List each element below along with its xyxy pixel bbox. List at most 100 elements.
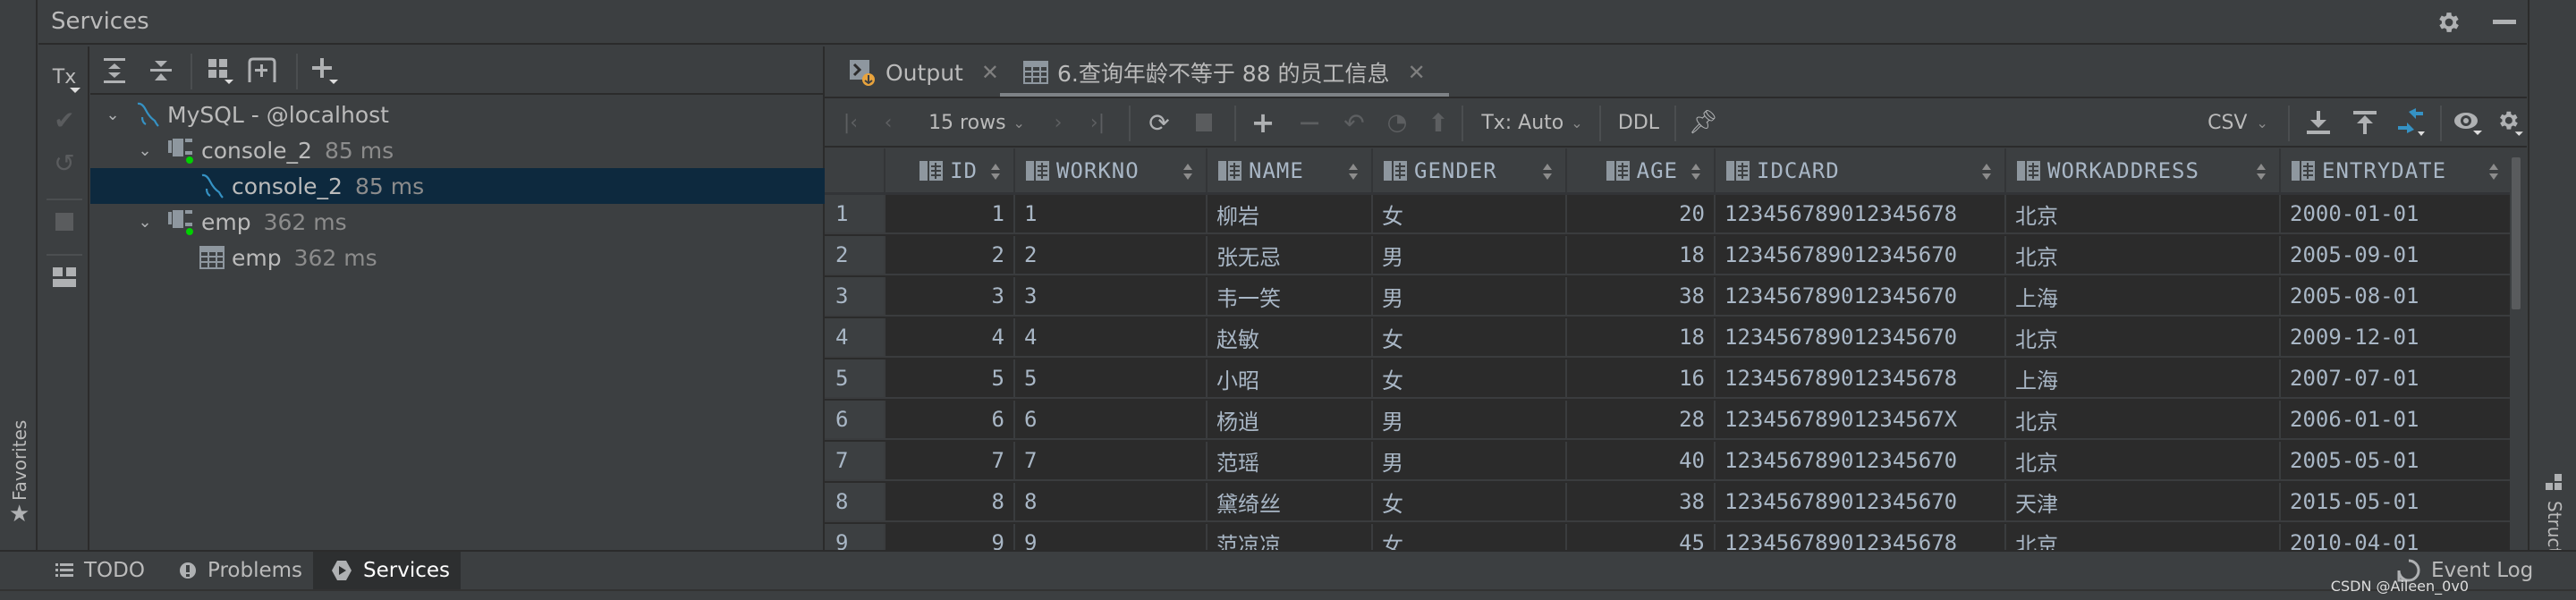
cell-gender[interactable]: 女 — [1373, 524, 1567, 550]
grid-settings-button[interactable] — [2494, 106, 2526, 139]
row-number[interactable]: 6 — [825, 401, 886, 440]
cell-workno[interactable]: 4 — [1015, 318, 1208, 358]
cell-entrydate[interactable]: 2005-09-01 — [2281, 236, 2513, 275]
cell-entrydate[interactable]: 2006-01-01 — [2281, 401, 2513, 440]
new-session-button[interactable] — [248, 55, 278, 86]
tab-query-result[interactable]: 6.查询年龄不等于 88 的员工信息 ✕ — [1000, 46, 1449, 98]
table-row[interactable]: 2 2 2 张无忌男 18 123456789012345670 北京 2005-09-01 — [825, 236, 2513, 277]
sort-icon[interactable] — [1981, 162, 1992, 182]
column-header-workaddress[interactable]: WORKADDRESS — [2006, 148, 2281, 195]
cell-id[interactable]: 1 — [886, 195, 1015, 234]
row-number[interactable]: 7 — [825, 442, 886, 481]
first-page-button[interactable]: |‹ — [837, 106, 864, 139]
cell-workaddress[interactable]: 上海 — [2006, 277, 2281, 317]
tree-node-console-session[interactable]: ⌄ console_2 85 ms — [90, 132, 825, 168]
cell-id[interactable]: 9 — [886, 524, 1015, 550]
cell-workaddress[interactable]: 北京 — [2006, 195, 2281, 234]
row-number[interactable]: 1 — [825, 195, 886, 234]
cell-workno[interactable]: 6 — [1015, 401, 1208, 440]
cell-gender[interactable]: 男 — [1373, 442, 1567, 481]
cell-workno[interactable]: 1 — [1015, 195, 1208, 234]
bottom-tab-todo[interactable]: TODO — [38, 552, 163, 589]
cell-workaddress[interactable]: 北京 — [2006, 524, 2281, 550]
delete-row-button[interactable]: − — [1292, 106, 1327, 139]
cell-idcard[interactable]: 123456789012345678 — [1716, 195, 2006, 234]
cell-entrydate[interactable]: 2000-01-01 — [2281, 195, 2513, 234]
table-row[interactable]: 1 1 1 柳岩女 20 123456789012345678 北京 2000-01-01 — [825, 195, 2513, 236]
table-row[interactable]: 3 3 3 韦一笑男 38 123456789012345670 上海 2005-08-01 — [825, 277, 2513, 318]
close-icon[interactable]: ✕ — [981, 60, 999, 85]
tree-node-emp-session[interactable]: ⌄ emp 362 ms — [90, 204, 825, 240]
cell-entrydate[interactable]: 2009-12-01 — [2281, 318, 2513, 358]
cell-gender[interactable]: 女 — [1373, 195, 1567, 234]
refresh-button[interactable]: ⟳ — [1141, 106, 1177, 139]
row-number[interactable]: 8 — [825, 483, 886, 522]
cell-name[interactable]: 小昭 — [1208, 359, 1373, 399]
bottom-tab-problems[interactable]: Problems — [161, 552, 320, 589]
stop-button[interactable] — [48, 206, 80, 238]
cell-entrydate[interactable]: 2005-05-01 — [2281, 442, 2513, 481]
row-number[interactable]: 9 — [825, 524, 886, 550]
cell-id[interactable]: 7 — [886, 442, 1015, 481]
cell-gender[interactable]: 男 — [1373, 277, 1567, 317]
cell-idcard[interactable]: 12345678901234567X — [1716, 401, 2006, 440]
column-header-idcard[interactable]: IDCARD — [1716, 148, 2006, 195]
cell-age[interactable]: 20 — [1567, 195, 1716, 234]
cell-workaddress[interactable]: 北京 — [2006, 401, 2281, 440]
column-header-entrydate[interactable]: ENTRYDATE — [2281, 148, 2513, 195]
sort-icon[interactable] — [1348, 162, 1359, 182]
minimize-icon[interactable] — [2493, 20, 2516, 24]
commit-button[interactable]: ✔ — [48, 104, 80, 136]
tx-mode-dropdown[interactable]: Tx: Auto ⌄ — [1474, 106, 1590, 139]
favorites-tool-button[interactable]: Favorites ★ — [2, 393, 38, 528]
cell-workno[interactable]: 3 — [1015, 277, 1208, 317]
revert-button[interactable]: ↶ — [1336, 106, 1372, 139]
cell-name[interactable]: 范瑶 — [1208, 442, 1373, 481]
cell-age[interactable]: 38 — [1567, 277, 1716, 317]
table-row[interactable]: 8 8 8 黛绮丝女 38 123456789012345670 天津 2015-05-01 — [825, 483, 2513, 524]
expand-all-button[interactable] — [99, 55, 130, 86]
cell-age[interactable]: 40 — [1567, 442, 1716, 481]
table-row[interactable]: 4 4 4 赵敏女 18 123456789012345670 北京 2009-12-01 — [825, 318, 2513, 359]
vertical-scrollbar[interactable] — [2510, 148, 2522, 550]
cell-age[interactable]: 45 — [1567, 524, 1716, 550]
gear-icon[interactable] — [2436, 9, 2462, 36]
cell-idcard[interactable]: 123456789012345670 — [1716, 442, 2006, 481]
next-page-button[interactable]: › — [1045, 106, 1072, 139]
column-header-name[interactable]: NAME — [1208, 148, 1373, 195]
sort-icon[interactable] — [1542, 162, 1553, 182]
cell-workno[interactable]: 9 — [1015, 524, 1208, 550]
cell-idcard[interactable]: 123456789012345670 — [1716, 277, 2006, 317]
sort-icon[interactable] — [1182, 162, 1193, 182]
cell-name[interactable]: 张无忌 — [1208, 236, 1373, 275]
submit-preview-button[interactable]: ◔ — [1379, 106, 1415, 139]
cell-age[interactable]: 18 — [1567, 318, 1716, 358]
column-header-age[interactable]: AGE — [1567, 148, 1716, 195]
group-by-button[interactable] — [205, 55, 235, 86]
cell-gender[interactable]: 男 — [1373, 236, 1567, 275]
cell-gender[interactable]: 女 — [1373, 359, 1567, 399]
chevron-down-icon[interactable]: ⌄ — [101, 103, 124, 126]
row-number[interactable]: 2 — [825, 236, 886, 275]
tree-node-console-query[interactable]: console_2 85 ms — [90, 168, 825, 204]
cell-idcard[interactable]: 123456789012345678 — [1716, 524, 2006, 550]
row-number[interactable]: 5 — [825, 359, 886, 399]
cell-idcard[interactable]: 123456789012345670 — [1716, 483, 2006, 522]
cell-workaddress[interactable]: 北京 — [2006, 442, 2281, 481]
tree-node-emp-result[interactable]: emp 362 ms — [90, 240, 825, 275]
cell-workno[interactable]: 2 — [1015, 236, 1208, 275]
pin-tab-button[interactable]: 📌︎ — [1687, 106, 1719, 139]
ddl-button[interactable]: DDL — [1612, 106, 1665, 139]
cell-id[interactable]: 3 — [886, 277, 1015, 317]
cell-idcard[interactable]: 123456789012345678 — [1716, 359, 2006, 399]
cell-name[interactable]: 范凉凉 — [1208, 524, 1373, 550]
stop-button[interactable] — [1186, 106, 1222, 139]
sort-icon[interactable] — [1690, 162, 1701, 182]
export-format-dropdown[interactable]: CSV ⌄ — [2202, 106, 2274, 139]
cell-name[interactable]: 黛绮丝 — [1208, 483, 1373, 522]
chevron-down-icon[interactable]: ⌄ — [133, 139, 157, 162]
cell-age[interactable]: 38 — [1567, 483, 1716, 522]
compare-button[interactable] — [2392, 106, 2431, 139]
cell-gender[interactable]: 女 — [1373, 483, 1567, 522]
cell-name[interactable]: 杨逍 — [1208, 401, 1373, 440]
